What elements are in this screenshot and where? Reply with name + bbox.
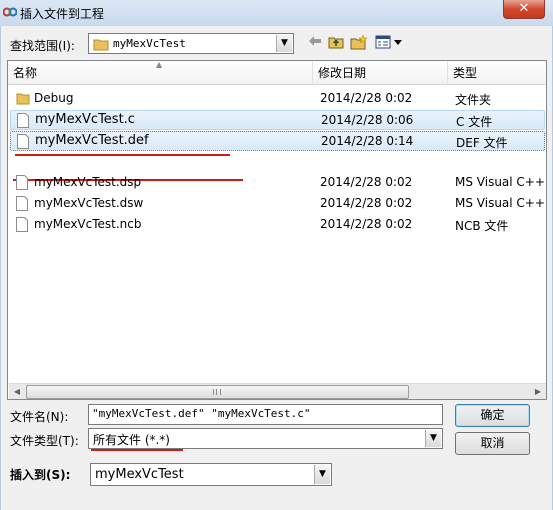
filetype-value: 所有文件 (*.*) <box>93 433 170 447</box>
file-name: Debug <box>34 91 74 105</box>
back-arrow-icon <box>308 36 322 51</box>
up-folder-icon <box>328 37 344 53</box>
insertto-combo[interactable]: myMexVcTest ▼ <box>90 463 332 486</box>
column-header-date[interactable]: 修改日期 <box>313 61 448 85</box>
list-item-debug[interactable]: Debug 2014/2/28 0:02 文件夹 <box>10 89 545 109</box>
scroll-left-icon[interactable]: ◀ <box>9 384 25 399</box>
lookin-label: 查找范围(I): <box>10 39 75 53</box>
chevron-down-icon[interactable]: ▼ <box>425 430 441 447</box>
file-type: C 文件 <box>456 115 493 129</box>
file-icon <box>16 196 30 212</box>
filetype-combo[interactable]: 所有文件 (*.*) ▼ <box>88 428 443 449</box>
view-menu-button[interactable] <box>374 35 404 53</box>
list-header: 名称 ▲ 修改日期 类型 <box>8 60 546 85</box>
file-date: 2014/2/28 0:02 <box>320 175 413 189</box>
red-underline-annotation <box>91 449 183 451</box>
file-name: myMexVcTest.ncb <box>34 217 142 231</box>
file-icon <box>17 113 31 129</box>
insertto-value: myMexVcTest <box>95 467 184 482</box>
filename-input[interactable]: "myMexVcTest.def" "myMexVcTest.c" <box>88 404 443 425</box>
app-icon <box>2 6 18 18</box>
file-type: MS Visual C++ <box>455 196 545 210</box>
file-name: myMexVcTest.dsp <box>34 175 142 189</box>
file-name: myMexVcTest.dsw <box>34 196 144 210</box>
close-icon: ✕ <box>518 1 530 16</box>
sort-ascending-icon: ▲ <box>156 60 163 69</box>
cancel-button[interactable]: 取消 <box>455 432 530 455</box>
filename-label: 文件名(N): <box>10 410 69 424</box>
view-menu-icon <box>375 35 403 53</box>
column-header-type[interactable]: 类型 <box>448 61 546 85</box>
file-type: DEF 文件 <box>456 136 508 150</box>
scroll-thumb[interactable] <box>26 385 409 399</box>
filetype-label: 文件类型(T): <box>10 434 79 448</box>
filename-value: "myMexVcTest.def" "myMexVcTest.c" <box>92 407 311 420</box>
ok-button[interactable]: 确定 <box>455 404 530 427</box>
up-folder-button[interactable] <box>327 35 345 53</box>
new-folder-button[interactable] <box>349 34 369 54</box>
file-date: 2014/2/28 0:06 <box>321 113 414 127</box>
list-item-ncb-file[interactable]: myMexVcTest.ncb 2014/2/28 0:02 NCB 文件 <box>10 215 545 235</box>
horizontal-scrollbar[interactable]: ◀ ▶ <box>9 383 546 399</box>
back-button[interactable] <box>306 35 324 53</box>
new-folder-icon <box>350 34 368 54</box>
list-item-dsp-file[interactable]: myMexVcTest.dsp 2014/2/28 0:02 MS Visual… <box>10 173 545 193</box>
insertto-label: 插入到(S): <box>10 468 71 482</box>
grip-icon <box>213 389 221 395</box>
chevron-down-icon[interactable]: ▼ <box>314 465 330 484</box>
file-date: 2014/2/28 0:02 <box>320 91 413 105</box>
list-item-c-file[interactable]: myMexVcTest.c 2014/2/28 0:06 C 文件 <box>10 110 545 130</box>
list-item-def-file[interactable]: myMexVcTest.def 2014/2/28 0:14 DEF 文件 <box>10 131 545 151</box>
file-icon <box>17 134 31 150</box>
list-item-dsw-file[interactable]: myMexVcTest.dsw 2014/2/28 0:02 MS Visual… <box>10 194 545 214</box>
file-date: 2014/2/28 0:02 <box>320 196 413 210</box>
lookin-combo[interactable]: myMexVcTest ▼ <box>88 33 294 54</box>
file-date: 2014/2/28 0:02 <box>320 217 413 231</box>
folder-icon <box>93 37 109 54</box>
folder-icon <box>16 91 30 107</box>
file-icon <box>16 217 30 233</box>
window-title: 插入文件到工程 <box>20 7 105 21</box>
file-date: 2014/2/28 0:14 <box>321 134 414 148</box>
lookin-value: myMexVcTest <box>113 37 186 50</box>
insert-file-dialog: 查找范围(I): myMexVcTest ▼ 名称 ▲ 修改日期 类型 Debu… <box>0 26 553 510</box>
file-type: NCB 文件 <box>455 219 509 233</box>
title-bar: 插入文件到工程 ✕ <box>0 0 553 26</box>
chevron-down-icon[interactable]: ▼ <box>276 35 292 52</box>
file-type: MS Visual C++ <box>455 175 545 189</box>
file-list[interactable]: 名称 ▲ 修改日期 类型 Debug 2014/2/28 0:02 文件夹 my… <box>7 60 547 400</box>
file-name: myMexVcTest.def <box>35 133 149 148</box>
scroll-right-icon[interactable]: ▶ <box>530 384 546 399</box>
file-icon <box>16 175 30 191</box>
file-name: myMexVcTest.c <box>35 112 135 127</box>
red-underline-annotation <box>15 154 230 156</box>
file-type: 文件夹 <box>455 93 492 107</box>
close-button[interactable]: ✕ <box>503 0 545 19</box>
